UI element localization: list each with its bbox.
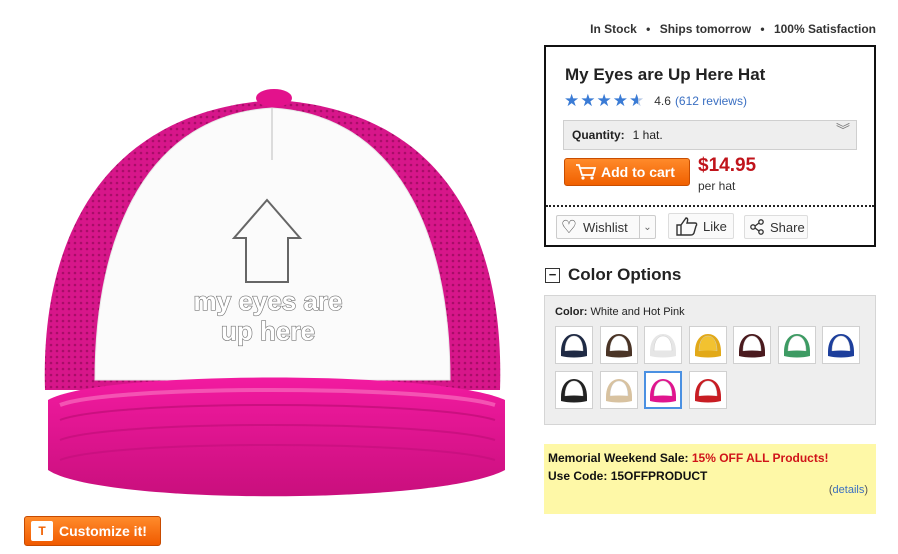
separator: • bbox=[760, 22, 765, 36]
quantity-label: Quantity: bbox=[572, 128, 625, 142]
divider bbox=[546, 205, 874, 207]
color-swatch[interactable] bbox=[644, 326, 682, 364]
hat-print-line2: up here bbox=[221, 316, 315, 346]
selected-color-name: White and Hot Pink bbox=[590, 306, 685, 318]
hat-thumbnail-icon bbox=[650, 379, 676, 403]
collapse-toggle[interactable]: − bbox=[545, 267, 560, 283]
in-stock-text: In Stock bbox=[590, 22, 637, 36]
reviews-link[interactable]: (612 reviews) bbox=[675, 94, 747, 108]
stock-status-line: In Stock • Ships tomorrow • 100% Satisfa… bbox=[590, 22, 876, 36]
hat-illustration: my eyes are up here bbox=[44, 89, 505, 497]
ships-text: Ships tomorrow bbox=[659, 22, 752, 36]
color-swatch[interactable] bbox=[599, 371, 638, 409]
satisfaction-text: 100% Satisfaction bbox=[773, 22, 876, 36]
color-swatch[interactable] bbox=[733, 326, 771, 364]
color-swatch[interactable] bbox=[688, 371, 727, 409]
color-swatch[interactable] bbox=[822, 326, 860, 364]
share-label: Share bbox=[770, 219, 805, 235]
customize-label: Customize it! bbox=[59, 523, 147, 539]
color-swatch[interactable] bbox=[777, 326, 816, 364]
color-options-panel: Color: White and Hot Pink bbox=[544, 295, 876, 425]
details-link-wrap: (details) bbox=[828, 484, 868, 496]
color-options-header: − Color Options bbox=[545, 265, 681, 285]
customize-icon: T bbox=[31, 521, 53, 541]
product-purchase-box: My Eyes are Up Here Hat ★ ★ ★ ★ ★ 4.6 (6… bbox=[544, 45, 876, 247]
sale-code-line: Use Code: 15OFFPRODUCT bbox=[548, 469, 707, 483]
chevron-down-icon[interactable]: ⌄ bbox=[639, 216, 655, 238]
price-unit: per hat bbox=[698, 179, 736, 193]
hat-thumbnail-icon bbox=[828, 334, 854, 358]
cart-icon bbox=[576, 164, 597, 180]
hat-print-line1: my eyes are bbox=[194, 286, 343, 316]
sale-code: 15OFFPRODUCT bbox=[610, 469, 708, 483]
color-swatch[interactable] bbox=[555, 371, 593, 409]
hat-thumbnail-icon bbox=[694, 379, 721, 403]
rating-stars: ★ ★ ★ ★ ★ bbox=[564, 92, 644, 109]
price: $14.95 bbox=[698, 155, 757, 176]
customize-button[interactable]: T Customize it! bbox=[24, 516, 161, 546]
hat-thumbnail-icon bbox=[561, 379, 587, 403]
color-options-title: Color Options bbox=[568, 265, 682, 284]
details-link[interactable]: details bbox=[833, 484, 865, 496]
quantity-select[interactable]: Quantity: 1 hat. ︾ bbox=[563, 120, 857, 150]
separator: • bbox=[646, 22, 651, 36]
wishlist-button[interactable]: ♡ Wishlist ⌄ bbox=[556, 215, 656, 239]
quantity-value: 1 hat. bbox=[632, 128, 663, 142]
rating-value: 4.6 bbox=[654, 93, 671, 108]
color-swatch[interactable] bbox=[644, 371, 682, 409]
share-icon bbox=[750, 219, 764, 235]
chevron-down-icon: ︾ bbox=[836, 122, 850, 138]
heart-icon: ♡ bbox=[560, 216, 578, 237]
share-button[interactable]: Share bbox=[744, 215, 808, 239]
sale-banner: Memorial Weekend Sale: 15% OFF ALL Produ… bbox=[544, 444, 876, 514]
product-title: My Eyes are Up Here Hat bbox=[565, 65, 766, 84]
hat-thumbnail-icon bbox=[739, 334, 765, 358]
sale-prefix: Memorial Weekend Sale: bbox=[548, 451, 689, 465]
add-to-cart-button[interactable]: Add to cart bbox=[564, 158, 690, 186]
hat-thumbnail-icon bbox=[650, 334, 676, 358]
star-icon: ★ bbox=[580, 91, 596, 110]
star-icon: ★ bbox=[596, 91, 612, 110]
selected-color-row: Color: White and Hot Pink bbox=[555, 306, 685, 318]
sale-line: Memorial Weekend Sale: 15% OFF ALL Produ… bbox=[548, 451, 829, 465]
hat-thumbnail-icon bbox=[783, 334, 810, 358]
rating-row: ★ ★ ★ ★ ★ 4.6 (612 reviews) bbox=[564, 92, 747, 109]
star-icon: ★ bbox=[564, 91, 580, 110]
add-to-cart-label: Add to cart bbox=[601, 164, 675, 180]
star-icon: ★ bbox=[612, 91, 628, 110]
hat-thumbnail-icon bbox=[561, 334, 587, 358]
like-label: Like bbox=[703, 218, 727, 234]
color-swatch[interactable] bbox=[688, 326, 727, 364]
star-half-icon: ★ bbox=[629, 91, 645, 110]
like-button[interactable]: Like bbox=[668, 213, 734, 239]
hat-button bbox=[256, 89, 292, 107]
hat-thumbnail-icon bbox=[694, 334, 721, 358]
sale-highlight: 15% OFF ALL Products! bbox=[691, 451, 829, 465]
color-swatch[interactable] bbox=[555, 326, 593, 364]
thumbs-up-icon bbox=[676, 217, 698, 236]
product-image: my eyes are up here T Customize it! bbox=[0, 0, 540, 554]
wishlist-label: Wishlist bbox=[583, 219, 628, 235]
color-swatch[interactable] bbox=[599, 326, 638, 364]
color-label: Color: bbox=[555, 306, 588, 318]
hat-thumbnail-icon bbox=[605, 379, 632, 403]
hat-thumbnail-icon bbox=[605, 334, 632, 358]
sale-code-label: Use Code: bbox=[548, 469, 608, 483]
